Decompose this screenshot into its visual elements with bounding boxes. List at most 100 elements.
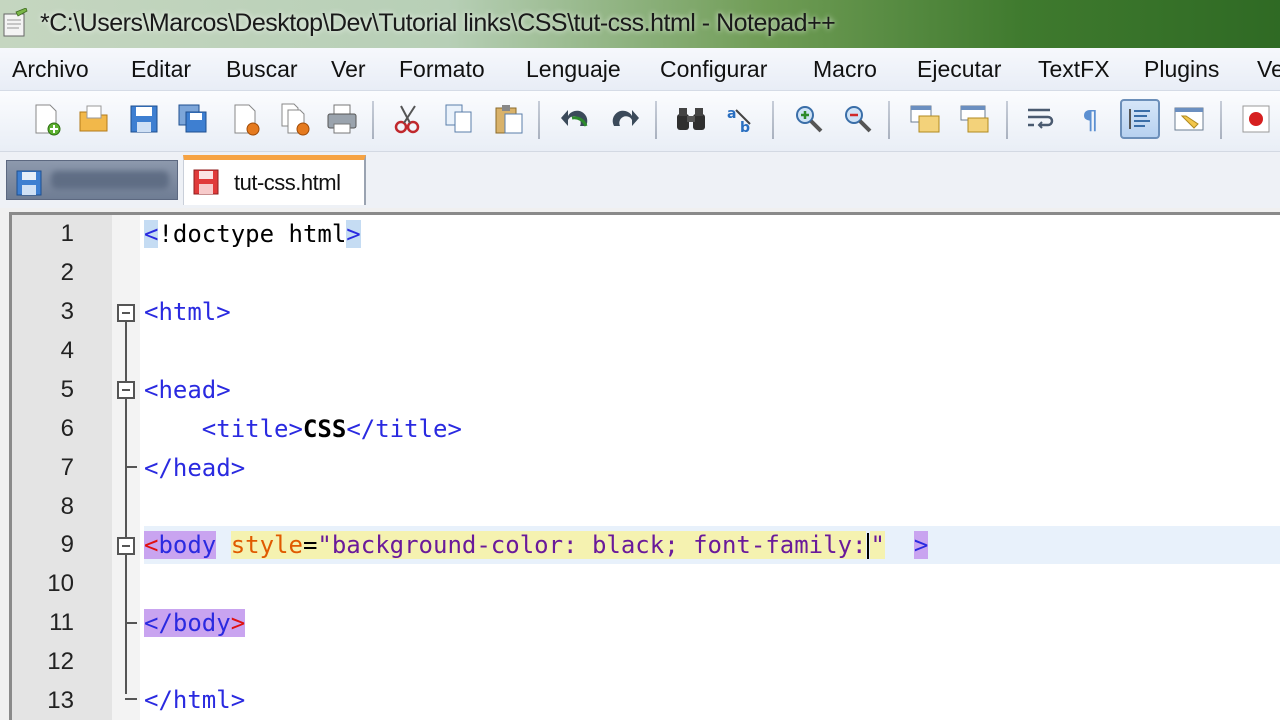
sync-horizontal-scroll-icon — [960, 105, 989, 133]
title-text: CSS — [302, 415, 347, 443]
line-number: 8 — [60, 493, 74, 520]
menu-editar[interactable]: Editar — [131, 56, 191, 83]
fold-end-body — [125, 622, 137, 624]
replace-icon: ab — [727, 106, 751, 136]
line-number: 2 — [60, 259, 74, 286]
save-button[interactable] — [124, 99, 164, 139]
indent-guide-button[interactable] — [1120, 99, 1160, 139]
zoom-out-button[interactable] — [838, 99, 878, 139]
user-defined-language-icon — [1174, 107, 1204, 131]
body-close-tag-bracket: > — [230, 609, 246, 637]
sync-vertical-scroll-icon — [910, 105, 940, 133]
pilcrow-icon: ¶ — [1082, 106, 1099, 136]
close-all-icon — [281, 103, 310, 136]
code-line-13[interactable]: </html> — [144, 682, 245, 718]
copy-button[interactable] — [439, 99, 479, 139]
doctype-open-bracket: < — [144, 220, 159, 248]
undo-button[interactable] — [555, 99, 595, 139]
fold-end-html — [125, 698, 137, 700]
sync-horizontal-button[interactable] — [955, 99, 995, 139]
menu-ejecutar[interactable]: Ejecutar — [917, 56, 1001, 83]
menu-ventana[interactable]: Ve — [1257, 56, 1280, 83]
body-close-bracket: > — [913, 531, 929, 559]
redo-button[interactable] — [605, 99, 645, 139]
doctype-text: !doctype html — [158, 220, 347, 248]
new-file-icon — [35, 104, 61, 136]
print-button[interactable] — [322, 99, 362, 139]
title-bar[interactable]: *C:\Users\Marcos\Desktop\Dev\Tutorial li… — [0, 0, 1280, 48]
line-number: 11 — [49, 609, 74, 636]
paste-button[interactable] — [489, 99, 529, 139]
code-line-6[interactable]: <title>CSS</title> — [144, 411, 462, 447]
menu-plugins[interactable]: Plugins — [1144, 56, 1219, 83]
open-file-button[interactable] — [74, 99, 114, 139]
code-line-5[interactable]: <head> — [144, 372, 231, 408]
toolbar-separator — [655, 101, 657, 139]
line-number: 7 — [60, 454, 74, 481]
new-file-button[interactable] — [26, 99, 66, 139]
menu-lenguaje[interactable]: Lenguaje — [526, 56, 621, 83]
menu-archivo[interactable]: Archivo — [12, 56, 89, 83]
print-icon — [327, 104, 357, 134]
close-all-button[interactable] — [275, 99, 315, 139]
tab-tut-css[interactable]: tut-css.html — [183, 155, 366, 205]
sync-vertical-button[interactable] — [905, 99, 945, 139]
menu-macro[interactable]: Macro — [813, 56, 877, 83]
code-line-3[interactable]: <html> — [144, 294, 231, 330]
record-macro-button[interactable] — [1236, 99, 1276, 139]
line-number: 10 — [47, 570, 74, 597]
menu-formato[interactable]: Formato — [399, 56, 485, 83]
tab-label: tut-css.html — [234, 170, 341, 195]
menu-buscar[interactable]: Buscar — [226, 56, 298, 83]
find-button[interactable] — [671, 99, 711, 139]
fold-toggle-head[interactable] — [117, 381, 135, 399]
svg-text:¶: ¶ — [1082, 106, 1099, 136]
save-icon — [130, 105, 158, 133]
equals-sign: = — [302, 531, 318, 559]
svg-text:a: a — [727, 106, 736, 122]
show-all-chars-button[interactable]: ¶ — [1070, 99, 1110, 139]
word-wrap-button[interactable] — [1021, 99, 1061, 139]
body-close-tag: </body — [144, 609, 231, 637]
cut-button[interactable] — [388, 99, 428, 139]
code-line-11[interactable]: </body> — [144, 605, 246, 641]
code-line-1[interactable]: <!doctype html> — [144, 216, 361, 252]
save-all-button[interactable] — [173, 99, 213, 139]
menu-ver[interactable]: Ver — [331, 56, 366, 83]
title-close-tag: </title> — [346, 415, 462, 443]
redo-icon — [612, 110, 639, 126]
line-number: 9 — [60, 531, 74, 558]
line-number: 13 — [47, 687, 74, 714]
close-file-icon — [234, 104, 260, 136]
toolbar-separator — [1006, 101, 1008, 139]
menu-configurar[interactable]: Configurar — [660, 56, 767, 83]
toolbar-separator — [372, 101, 374, 139]
toolbar-separator — [888, 101, 890, 139]
paste-icon — [495, 105, 523, 134]
code-line-7[interactable]: </head> — [144, 450, 245, 486]
undo-icon — [561, 110, 588, 127]
user-language-button[interactable] — [1169, 99, 1209, 139]
window-title: *C:\Users\Marcos\Desktop\Dev\Tutorial li… — [40, 9, 836, 37]
zoom-in-button[interactable] — [789, 99, 829, 139]
toolbar-separator — [772, 101, 774, 139]
style-attribute: style — [230, 531, 303, 559]
fold-toggle-body[interactable] — [117, 537, 135, 555]
fold-toggle-html[interactable] — [117, 304, 135, 322]
line-number: 6 — [60, 415, 74, 442]
word-wrap-icon — [1028, 108, 1054, 129]
record-icon — [1242, 105, 1270, 133]
code-line-9[interactable]: <body style="background-color: black; fo… — [144, 527, 929, 563]
style-value-end-quote: " — [870, 531, 885, 559]
close-button[interactable] — [225, 99, 265, 139]
style-value: "background-color: black; font-family: — [317, 531, 867, 559]
replace-button[interactable]: ab — [721, 99, 761, 139]
menu-textfx[interactable]: TextFX — [1038, 56, 1110, 83]
tab-other-file[interactable] — [6, 160, 178, 200]
zoom-out-icon — [845, 106, 872, 133]
binoculars-icon — [677, 108, 705, 130]
open-folder-icon — [79, 105, 108, 132]
fold-guide — [125, 322, 127, 694]
toolbar-separator — [1220, 101, 1222, 139]
toolbar-separator — [538, 101, 540, 139]
